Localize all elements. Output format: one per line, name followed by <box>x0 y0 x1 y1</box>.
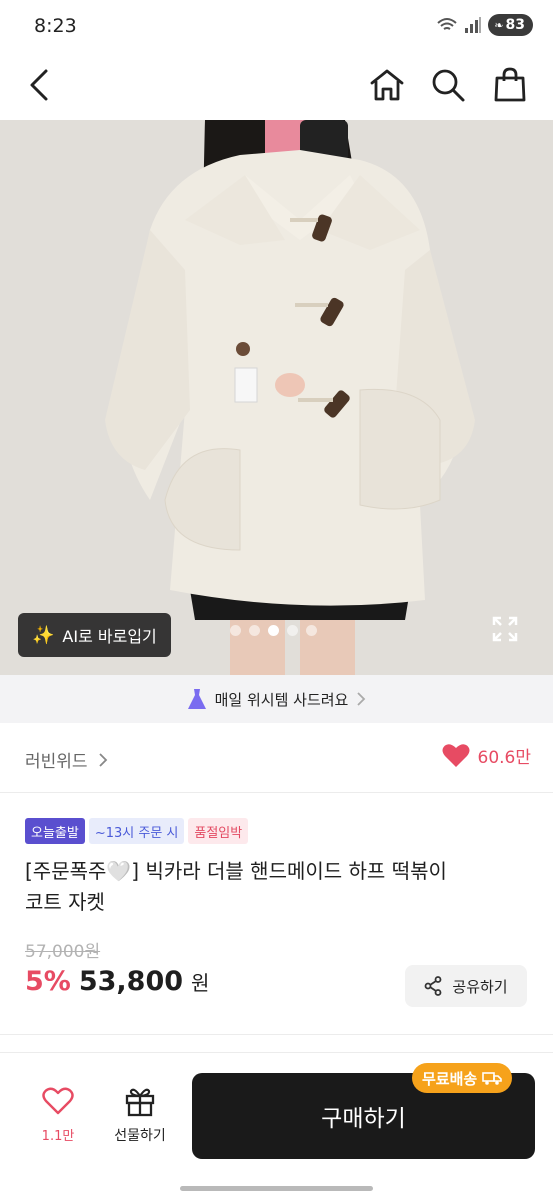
badge-order-deadline: ~13시 주문 시 <box>88 818 185 844</box>
free-shipping-badge: 무료배송 <box>412 1063 513 1093</box>
brand-like-count: 60.6만 <box>477 748 532 768</box>
original-price: 57,000원 <box>25 942 101 962</box>
battery-level: 83 <box>505 17 525 33</box>
heart-outline-icon <box>42 1087 74 1115</box>
chevron-right-icon <box>357 692 366 706</box>
carousel-dots <box>230 625 317 636</box>
expand-icon <box>492 616 518 642</box>
product-title-line1: [주문폭주🤍] 빅카라 더블 핸드메이드 하프 떡볶이 <box>25 859 447 883</box>
carousel-dot[interactable] <box>287 625 298 636</box>
chevron-left-icon <box>30 69 48 101</box>
home-icon <box>370 69 404 101</box>
free-shipping-label: 무료배송 <box>422 1069 478 1088</box>
status-time: 8:23 <box>34 15 77 37</box>
dress-icon <box>187 689 206 709</box>
home-button[interactable] <box>364 62 410 108</box>
brand-link[interactable]: 러빈위드 <box>25 747 108 772</box>
share-icon <box>424 976 442 996</box>
search-button[interactable] <box>425 62 471 108</box>
search-icon <box>432 69 465 102</box>
share-button[interactable]: 공유하기 <box>405 965 527 1007</box>
wish-event-banner[interactable]: 매일 위시템 사드려요 <box>0 675 553 723</box>
gift-button[interactable]: 선물하기 <box>104 1087 176 1145</box>
leaf-icon: ❧ <box>494 18 504 32</box>
wifi-icon <box>437 18 457 30</box>
expand-image-button[interactable] <box>490 614 520 644</box>
brand-like-button[interactable]: 60.6만 <box>442 743 532 768</box>
signal-icon <box>465 17 482 33</box>
carousel-dot[interactable] <box>230 625 241 636</box>
back-button[interactable] <box>16 62 62 108</box>
sale-price: 53,800 <box>78 966 184 997</box>
share-label: 공유하기 <box>452 977 508 996</box>
product-title: [주문폭주🤍] 빅카라 더블 핸드메이드 하프 떡볶이 코트 자켓 <box>25 856 505 918</box>
carousel-dot[interactable] <box>249 625 260 636</box>
gift-label: 선물하기 <box>114 1128 166 1144</box>
ai-try-on-button[interactable]: ✨ AI로 바로입기 <box>18 613 171 657</box>
discount-rate: 5% <box>25 966 71 997</box>
status-icons: ❧ 83 <box>436 14 533 36</box>
brand-name: 러빈위드 <box>25 752 88 772</box>
badge-almost-soldout: 품절임박 <box>188 818 249 844</box>
wish-count: 1.1만 <box>41 1129 75 1144</box>
product-photo <box>0 120 553 675</box>
product-badges: 오늘출발 ~13시 주문 시 품절임박 <box>25 818 249 844</box>
brand-row: 러빈위드 60.6만 <box>0 723 553 793</box>
section-divider <box>0 1034 553 1044</box>
bottom-action-bar: 1.1만 선물하기 구매하기 무료배송 <box>0 1052 553 1200</box>
carousel-dot[interactable] <box>306 625 317 636</box>
product-image[interactable]: ✨ AI로 바로입기 <box>0 120 553 675</box>
price-row: 5% 53,800 원 <box>25 966 209 997</box>
battery-indicator: ❧ 83 <box>488 14 533 36</box>
home-indicator[interactable] <box>180 1186 373 1191</box>
truck-icon <box>482 1072 503 1085</box>
cart-button[interactable] <box>487 62 533 108</box>
wish-button[interactable]: 1.1만 <box>34 1087 82 1144</box>
chevron-right-icon <box>98 752 107 767</box>
top-navigation <box>0 52 553 120</box>
banner-text: 매일 위시템 사드려요 <box>214 690 349 709</box>
currency-unit: 원 <box>191 971 210 995</box>
status-bar: 8:23 ❧ 83 <box>0 0 553 52</box>
badge-today-shipping: 오늘출발 <box>25 818 85 844</box>
product-title-line2: 코트 자켓 <box>25 890 105 914</box>
gift-icon <box>125 1088 155 1117</box>
carousel-dot-active[interactable] <box>268 625 279 636</box>
ai-try-on-label: AI로 바로입기 <box>62 627 157 646</box>
shopping-bag-icon <box>494 67 526 102</box>
magic-wand-icon: ✨ <box>32 624 55 646</box>
heart-filled-icon <box>442 744 469 767</box>
